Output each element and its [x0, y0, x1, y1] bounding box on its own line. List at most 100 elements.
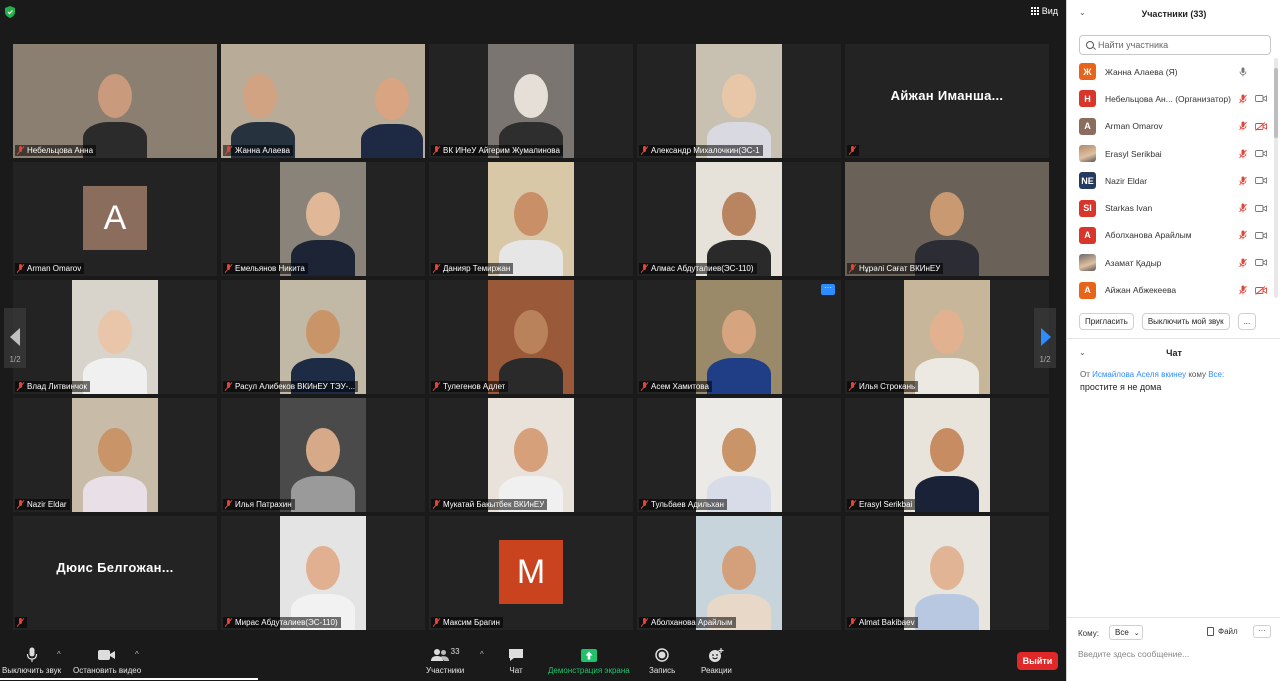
mic-muted-icon[interactable]: [1239, 94, 1247, 104]
video-camera-icon[interactable]: [1255, 258, 1267, 267]
video-off-icon[interactable]: [1255, 121, 1267, 131]
mic-muted-icon[interactable]: [1239, 230, 1247, 240]
mic-muted-icon: [433, 146, 440, 155]
participant-row[interactable]: Н Небельцова Ан... (Организатор): [1067, 85, 1273, 112]
video-tile[interactable]: A Arman Omarov: [13, 162, 217, 276]
participants-chevron-icon[interactable]: ^: [480, 650, 484, 659]
video-tile[interactable]: Айжан Иманша...: [845, 44, 1049, 158]
video-tile[interactable]: ВК ИНеУ Айгерим Жумалинова: [429, 44, 633, 158]
video-tile[interactable]: Илья Патрахин: [221, 398, 425, 512]
video-tile[interactable]: Емельянов Никита: [221, 162, 425, 276]
reactions-button[interactable]: Реакции: [701, 646, 732, 675]
participant-row[interactable]: Ж Жанна Алаева (Я): [1067, 58, 1273, 85]
video-camera-icon[interactable]: [1255, 204, 1267, 213]
video-feed: [904, 398, 990, 512]
previous-page-button[interactable]: 1/2: [4, 308, 26, 368]
avatar: SI: [1079, 199, 1096, 217]
tile-display-name: Дюис Белгожан...: [56, 560, 174, 575]
video-tile[interactable]: Асем Хамитова ···: [637, 280, 841, 394]
participant-row[interactable]: A Arman Omarov: [1067, 113, 1273, 140]
participant-name: Erasyl Serikbai: [859, 500, 913, 509]
chat-button[interactable]: Чат: [508, 646, 524, 675]
microphone-icon[interactable]: [1239, 67, 1247, 77]
recipient-select[interactable]: Все ⌄: [1109, 625, 1143, 640]
share-screen-button[interactable]: Демонстрация экрана: [548, 646, 630, 675]
participant-row[interactable]: SI Starkas Ivan: [1067, 194, 1273, 221]
video-tile[interactable]: Данияр Темиржан: [429, 162, 633, 276]
participants-title: Участники (33): [1141, 9, 1207, 19]
participant-name: Илья Патрахин: [235, 500, 292, 509]
video-tile[interactable]: Аболханова Арайлым: [637, 516, 841, 630]
file-button[interactable]: Файл: [1207, 627, 1238, 636]
participant-name: Мукатай Бакытбек ВКИнЕУ: [443, 500, 545, 509]
leave-meeting-button[interactable]: Выйти: [1017, 652, 1058, 670]
invite-button[interactable]: Пригласить: [1079, 313, 1134, 330]
view-button[interactable]: Вид: [1030, 6, 1058, 16]
stop-video-button[interactable]: Остановить видео: [73, 646, 141, 675]
video-tile[interactable]: Расул Алибеков ВКИнЕУ ТЭУ-...: [221, 280, 425, 394]
video-tile[interactable]: Небельцова Анна: [13, 44, 217, 158]
video-tile[interactable]: Nazir Eldar: [13, 398, 217, 512]
record-button[interactable]: Запись: [649, 646, 675, 675]
video-tile[interactable]: Almat Bakibaev: [845, 516, 1049, 630]
video-tile[interactable]: Дюис Белгожан...: [13, 516, 217, 630]
next-page-button[interactable]: 1/2: [1034, 308, 1056, 368]
participant-search[interactable]: [1079, 35, 1271, 55]
tile-more-button[interactable]: ···: [821, 284, 835, 295]
participant-search-input[interactable]: [1098, 40, 1258, 50]
tile-name-bar: Александр Михалочкин(ЭС-1: [639, 145, 763, 156]
chat-more-button[interactable]: ···: [1253, 625, 1271, 638]
video-off-icon[interactable]: [1255, 285, 1267, 295]
participant-name: Максим Брагин: [443, 618, 500, 627]
avatar: А: [1079, 281, 1096, 299]
video-feed: [280, 162, 366, 276]
person-head: [514, 192, 548, 236]
chat-message-input[interactable]: [1078, 646, 1268, 662]
mic-muted-icon[interactable]: [1239, 176, 1247, 186]
mute-me-button[interactable]: Выключить мой звук: [1141, 313, 1230, 330]
video-feed: [488, 280, 574, 394]
shield-icon[interactable]: [5, 6, 15, 18]
video-tile[interactable]: Мукатай Бакытбек ВКИнЕУ: [429, 398, 633, 512]
participant-row[interactable]: Азамат Қадыр: [1067, 249, 1273, 276]
participant-row[interactable]: Erasyl Serikbai: [1067, 140, 1273, 167]
more-options-button[interactable]: ...: [1237, 313, 1257, 330]
video-camera-icon[interactable]: [1255, 231, 1267, 240]
participant-row[interactable]: А Айжан Абжекеева: [1067, 276, 1273, 303]
participants-button[interactable]: 33 Участники: [426, 646, 464, 676]
avatar: M: [499, 540, 563, 604]
video-options-chevron-icon[interactable]: ^: [135, 650, 139, 659]
participant-row[interactable]: А Аболханова Арайлым: [1067, 222, 1273, 249]
video-tile[interactable]: Алмас Абдуталиев(ЭС-110): [637, 162, 841, 276]
chat-sender[interactable]: Исмайлова Аселя вкинеу: [1092, 370, 1186, 379]
video-camera-icon[interactable]: [1255, 176, 1267, 185]
video-tile[interactable]: Мирас Абдуталиев(ЭС-110): [221, 516, 425, 630]
person-head: [306, 546, 340, 590]
avatar: Н: [1079, 90, 1096, 108]
video-tile[interactable]: Жанна Алаева: [221, 44, 425, 158]
video-tile[interactable]: Тульбаев Адильхан: [637, 398, 841, 512]
video-feed: [904, 280, 990, 394]
video-tile[interactable]: Александр Михалочкин(ЭС-1: [637, 44, 841, 158]
mic-muted-icon[interactable]: [1239, 121, 1247, 131]
mic-muted-icon[interactable]: [1239, 258, 1247, 268]
video-camera-icon[interactable]: [1255, 149, 1267, 158]
participant-row[interactable]: NE Nazir Eldar: [1067, 167, 1273, 194]
participants-chat-panel: ⌄ Участники (33) Ж Жанна Алаева (Я) Н Небел…: [1066, 0, 1280, 681]
mute-button[interactable]: Выключить звук: [2, 646, 61, 675]
tile-name-bar: Данияр Темиржан: [431, 263, 514, 274]
mic-muted-icon[interactable]: [1239, 203, 1247, 213]
video-camera-icon[interactable]: [1255, 94, 1267, 103]
participant-name: Nazir Eldar: [27, 500, 67, 509]
video-tile[interactable]: Влад Литвинчок: [13, 280, 217, 394]
participant-list-name: Erasyl Serikbai: [1105, 148, 1162, 159]
video-tile[interactable]: Тулегенов Адлет: [429, 280, 633, 394]
audio-options-chevron-icon[interactable]: ^: [57, 650, 61, 659]
mic-muted-icon[interactable]: [1239, 149, 1247, 159]
video-tile[interactable]: M Максим Брагин: [429, 516, 633, 630]
video-tile[interactable]: Илья Строкань: [845, 280, 1049, 394]
video-tile[interactable]: Erasyl Serikbai: [845, 398, 1049, 512]
mic-muted-icon[interactable]: [1239, 285, 1247, 295]
participant-list-scrollbar[interactable]: [1274, 58, 1278, 298]
video-tile[interactable]: Нұрәлі Сағат ВКИнЕУ: [845, 162, 1049, 276]
